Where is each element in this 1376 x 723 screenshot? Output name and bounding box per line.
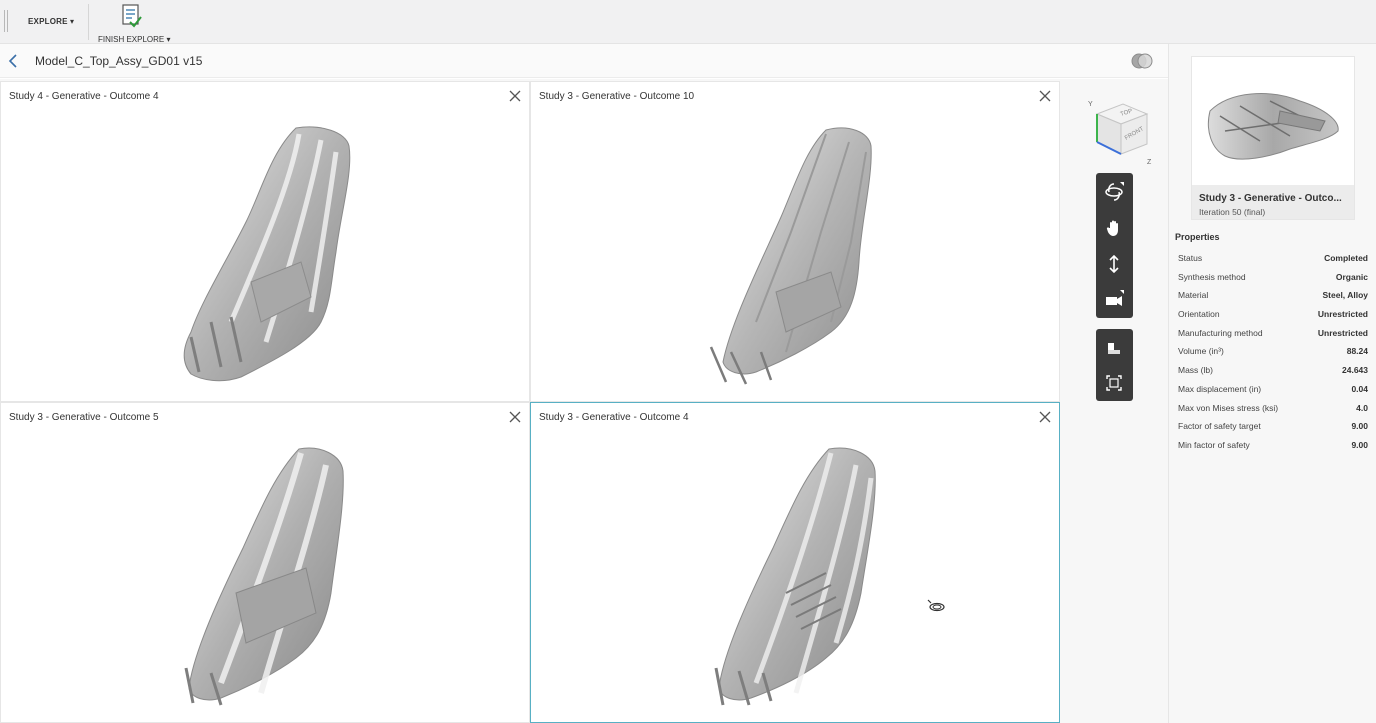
outcome-pane-2[interactable]: Study 3 - Generative - Outcome 10 xyxy=(530,81,1060,402)
property-label: Mass (lb) xyxy=(1178,365,1213,376)
property-label: Synthesis method xyxy=(1178,271,1246,282)
properties-list: Status Completed Synthesis method Organic Ma… xyxy=(1178,250,1368,456)
outcome-pane-4-selected[interactable]: Study 3 - Generative - Outcome 4 xyxy=(530,402,1060,723)
ground-shadow-button[interactable] xyxy=(1102,337,1126,361)
fit-view-icon xyxy=(1106,375,1122,391)
camera-icon xyxy=(1106,290,1124,306)
outcome-thumbnail-image xyxy=(1207,93,1339,160)
property-row: Mass (lb) 24.643 xyxy=(1178,362,1368,381)
generative-model-render[interactable] xyxy=(701,122,941,397)
finish-explore-button[interactable]: FINISH EXPLORE ▾ xyxy=(94,2,171,44)
back-arrow-icon[interactable] xyxy=(6,53,20,69)
navigation-toolbar xyxy=(1096,173,1133,318)
orbit-button[interactable] xyxy=(1102,180,1126,204)
document-header: Model_C_Top_Assy_GD01 v15 xyxy=(0,44,1168,78)
orbit-icon xyxy=(1105,182,1124,201)
property-row: Material Steel, Alloy xyxy=(1178,287,1368,306)
property-row: Min factor of safety 9.00 xyxy=(1178,437,1368,456)
pane-title: Study 3 - Generative - Outcome 5 xyxy=(9,412,159,423)
property-row: Manufacturing method Unrestricted xyxy=(1178,325,1368,344)
property-value: 4.0 xyxy=(1356,402,1368,413)
property-value: 9.00 xyxy=(1351,439,1368,450)
generative-model-render[interactable] xyxy=(171,443,411,718)
explore-menu-button[interactable]: EXPLORE ▾ xyxy=(28,17,74,26)
property-value: Completed xyxy=(1324,253,1368,263)
property-label: Material xyxy=(1178,290,1209,301)
thumbnail-caption: Study 3 - Generative - Outco... Iteratio… xyxy=(1192,185,1354,219)
app-window: EXPLORE ▾ FINISH EXPLORE ▾ Model_C_Top_A… xyxy=(0,0,1376,723)
property-value: 88.24 xyxy=(1346,346,1368,357)
property-row: Max von Mises stress (ksi) 4.0 xyxy=(1178,400,1368,419)
pane-title: Study 3 - Generative - Outcome 10 xyxy=(539,91,695,102)
axis-z-label: Z xyxy=(1147,159,1152,166)
property-row: Volume (in³) 88.24 xyxy=(1178,343,1368,362)
camera-button[interactable] xyxy=(1102,288,1126,312)
property-value: Organic xyxy=(1335,271,1368,282)
pane-title: Study 4 - Generative - Outcome 4 xyxy=(9,91,159,102)
property-value: Unrestricted xyxy=(1317,309,1368,320)
property-row: Orientation Unrestricted xyxy=(1178,306,1368,325)
generative-model-render[interactable] xyxy=(701,443,941,718)
close-icon[interactable] xyxy=(509,90,521,102)
property-label: Manufacturing method xyxy=(1178,327,1263,338)
close-icon[interactable] xyxy=(1039,411,1051,423)
thumbnail-title: Study 3 - Generative - Outco... xyxy=(1199,193,1342,204)
close-icon[interactable] xyxy=(1039,90,1051,102)
property-value: 9.00 xyxy=(1351,421,1368,432)
selected-outcome-thumbnail-card[interactable]: Study 3 - Generative - Outco... Iteratio… xyxy=(1191,56,1355,220)
ground-shadow-icon xyxy=(1108,343,1120,354)
property-row: Max displacement (in) 0.04 xyxy=(1178,381,1368,400)
orbit-cursor-icon xyxy=(927,599,945,612)
fit-view-button[interactable] xyxy=(1102,371,1126,395)
axis-y-label: Y xyxy=(1088,101,1093,108)
ribbon-toolbar: EXPLORE ▾ FINISH EXPLORE ▾ xyxy=(0,0,1376,44)
ribbon-divider xyxy=(88,4,89,40)
property-row: Status Completed xyxy=(1178,250,1368,269)
property-label: Min factor of safety xyxy=(1178,439,1250,450)
property-label: Orientation xyxy=(1178,309,1220,320)
thumbnail-iteration: Iteration 50 (final) xyxy=(1199,207,1266,217)
pane-title: Study 3 - Generative - Outcome 4 xyxy=(539,412,689,423)
document-title: Model_C_Top_Assy_GD01 v15 xyxy=(35,54,203,68)
finish-explore-icon xyxy=(122,4,142,28)
property-value: 0.04 xyxy=(1351,383,1368,394)
property-label: Max von Mises stress (ksi) xyxy=(1178,402,1279,413)
property-value: Unrestricted xyxy=(1317,327,1368,338)
property-value: 24.643 xyxy=(1342,365,1368,376)
zoom-icon xyxy=(1109,255,1119,273)
pan-button[interactable] xyxy=(1102,216,1126,240)
property-row: Synthesis method Organic xyxy=(1178,269,1368,288)
pan-hand-icon xyxy=(1106,220,1118,236)
view-cube[interactable]: TOP FRONT Y Z xyxy=(1085,96,1157,168)
finish-explore-label: FINISH EXPLORE ▾ xyxy=(98,35,171,44)
properties-heading: Properties xyxy=(1175,232,1220,242)
property-value: Steel, Alloy xyxy=(1322,290,1368,301)
outcome-pane-1[interactable]: Study 4 - Generative - Outcome 4 xyxy=(0,81,530,402)
property-label: Status xyxy=(1178,253,1203,263)
toolbar-grip-handle[interactable] xyxy=(4,10,8,32)
display-toolbar xyxy=(1096,329,1133,401)
property-label: Max displacement (in) xyxy=(1178,383,1262,394)
compare-toggle-icon[interactable] xyxy=(1130,52,1154,70)
property-row: Factor of safety target 9.00 xyxy=(1178,418,1368,437)
properties-panel: Study 3 - Generative - Outco... Iteratio… xyxy=(1168,44,1376,723)
generative-model-render[interactable] xyxy=(171,122,411,397)
close-icon[interactable] xyxy=(509,411,521,423)
property-label: Volume (in³) xyxy=(1178,346,1224,357)
zoom-button[interactable] xyxy=(1102,252,1126,276)
outcome-pane-3[interactable]: Study 3 - Generative - Outcome 5 xyxy=(0,402,530,723)
property-label: Factor of safety target xyxy=(1178,421,1261,432)
comparison-viewport: Study 4 - Generative - Outcome 4 Study 3… xyxy=(0,79,1168,723)
